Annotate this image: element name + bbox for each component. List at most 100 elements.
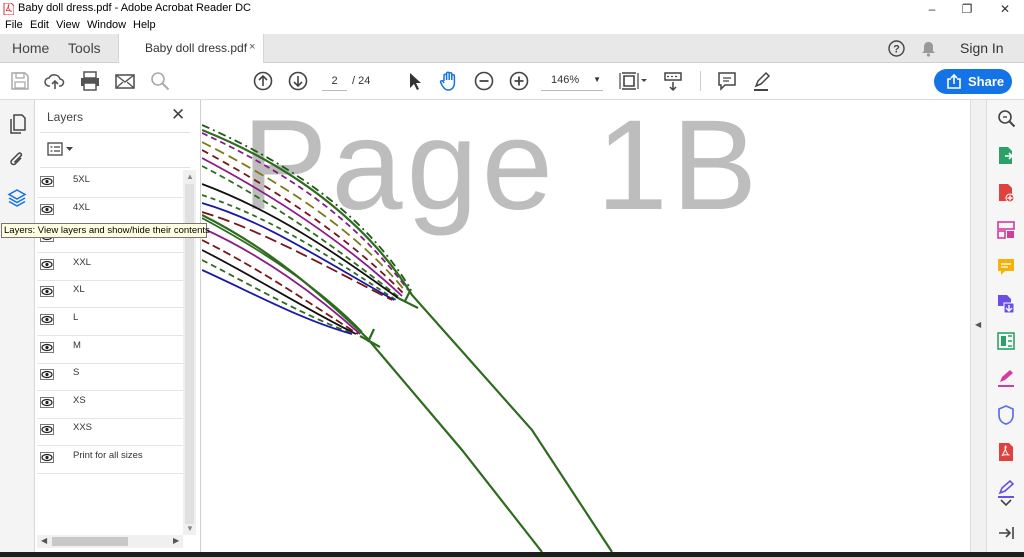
scroll-down-icon[interactable]: ▼ [186,524,194,533]
layer-row[interactable]: XL [37,280,183,309]
print-icon[interactable] [79,70,101,92]
eye-visibility-icon[interactable] [40,369,54,381]
menu-help[interactable]: Help [133,19,156,31]
layer-row[interactable]: Print for all sizes [37,446,183,474]
tab-document[interactable]: Baby doll dress.pdf × [118,34,264,63]
title-bar: Baby doll dress.pdf - Adobe Acrobat Read… [0,0,1024,18]
layer-row[interactable]: M [37,336,183,364]
eye-visibility-icon[interactable] [40,452,54,463]
page-total: / 24 [352,75,371,87]
chevron-down-icon: ▼ [593,75,601,84]
left-navigation-rail [0,100,35,557]
eye-visibility-icon[interactable] [40,286,54,298]
select-cursor-icon[interactable] [403,70,425,92]
comment-icon[interactable] [716,70,738,92]
window-title: Baby doll dress.pdf - Adobe Acrobat Read… [18,2,251,14]
protect-icon[interactable] [996,405,1016,425]
attachment-icon[interactable] [8,150,26,170]
upload-cloud-icon[interactable] [44,70,66,92]
horizontal-scroll-thumb[interactable] [52,537,128,546]
layers-panel: Layers ✕ ▲ ▼ ◀ ▶ 5XL4XL3XLXXLXLLMSXSXXSP… [35,100,201,552]
pdf-icon[interactable] [996,442,1016,462]
comment-tool-icon[interactable] [996,257,1016,277]
layer-options-button[interactable] [47,140,77,158]
pdf-app-icon [3,3,14,15]
menu-view[interactable]: View [56,19,80,31]
pages-icon[interactable] [8,114,26,134]
layer-row[interactable]: S [37,363,183,392]
layer-name: 5XL [73,174,90,185]
email-icon[interactable] [114,70,136,92]
eye-visibility-icon[interactable] [40,424,54,436]
layer-name: XL [73,284,85,296]
eye-visibility-icon[interactable] [40,176,54,187]
notifications-bell-icon[interactable] [921,41,936,57]
chevron-down-icon[interactable] [996,497,1016,509]
zoom-out-icon[interactable] [473,70,495,92]
search-icon[interactable] [149,70,171,92]
zoom-in-icon[interactable] [508,70,530,92]
next-page-icon[interactable] [287,70,309,92]
layer-name: 4XL [73,201,90,213]
scroll-up-icon[interactable]: ▲ [186,172,194,181]
layer-name: Print for all sizes [73,450,143,461]
highlight-pen-icon[interactable] [751,70,773,92]
chevron-down-icon [66,147,73,151]
layer-row[interactable]: XS [37,391,183,419]
compress-icon[interactable] [996,331,1016,351]
eye-visibility-icon[interactable] [40,396,54,408]
options-list-icon [47,142,63,156]
combine-files-icon[interactable] [996,294,1016,314]
restore-button[interactable]: ❐ [953,0,981,18]
scrolling-mode-icon[interactable] [662,70,684,92]
eye-visibility-icon[interactable] [40,258,54,270]
eye-visibility-icon[interactable] [40,203,54,215]
zoom-search-icon[interactable] [996,108,1016,128]
right-panel-toggle-strip[interactable]: ◀ [970,100,986,552]
previous-page-icon[interactable] [252,70,274,92]
hand-tool-icon[interactable] [438,70,460,92]
zoom-level-select[interactable]: 146% ▼ [541,71,603,91]
menu-window[interactable]: Window [87,19,126,31]
document-view[interactable]: Page 1B [202,100,970,552]
close-window-button[interactable]: ✕ [991,0,1019,18]
layer-row[interactable]: L [37,308,183,336]
layer-row[interactable]: XXS [37,418,183,447]
save-icon[interactable] [9,70,31,92]
share-button[interactable]: Share [934,69,1012,94]
panel-divider [40,167,190,168]
tab-home[interactable]: Home [12,34,49,63]
scroll-left-icon[interactable]: ◀ [41,536,47,545]
eye-visibility-icon[interactable] [40,314,54,325]
export-pdf-icon[interactable] [996,146,1016,166]
minimize-button[interactable]: – [918,0,946,18]
zoom-value: 146% [551,74,580,86]
close-panel-button[interactable]: ✕ [171,105,185,125]
toolbar: / 24 146% ▼ Share [0,63,1024,100]
layers-tooltip: Layers: View layers and show/hide their … [1,223,210,238]
toolbar-divider [700,71,701,91]
menu-edit[interactable]: Edit [30,19,49,31]
organize-pages-icon[interactable] [996,220,1016,240]
sign-in-button[interactable]: Sign In [960,34,1004,63]
page-number-input[interactable] [322,71,347,91]
layer-name: XS [73,394,86,406]
create-pdf-icon[interactable] [996,183,1016,203]
share-icon [947,74,961,89]
layer-row[interactable]: 5XL [37,170,183,198]
expand-panel-icon[interactable]: ◀ [975,320,981,329]
eye-visibility-icon[interactable] [40,341,54,353]
document-tab-label: Baby doll dress.pdf [145,41,248,55]
fill-sign-icon[interactable] [996,368,1016,388]
layers-icon[interactable] [7,188,27,208]
help-icon[interactable]: ? [888,40,905,57]
layer-row[interactable]: XXL [37,253,183,281]
collapse-panel-icon[interactable] [996,523,1016,543]
menu-file[interactable]: File [5,19,23,31]
close-tab-button[interactable]: × [249,41,255,53]
page-fit-icon[interactable] [618,70,648,92]
tab-tools[interactable]: Tools [68,34,101,63]
layer-row[interactable]: 4XL [37,198,183,226]
edit-pdf-icon[interactable] [996,479,1016,499]
scroll-right-icon[interactable]: ▶ [173,536,179,545]
